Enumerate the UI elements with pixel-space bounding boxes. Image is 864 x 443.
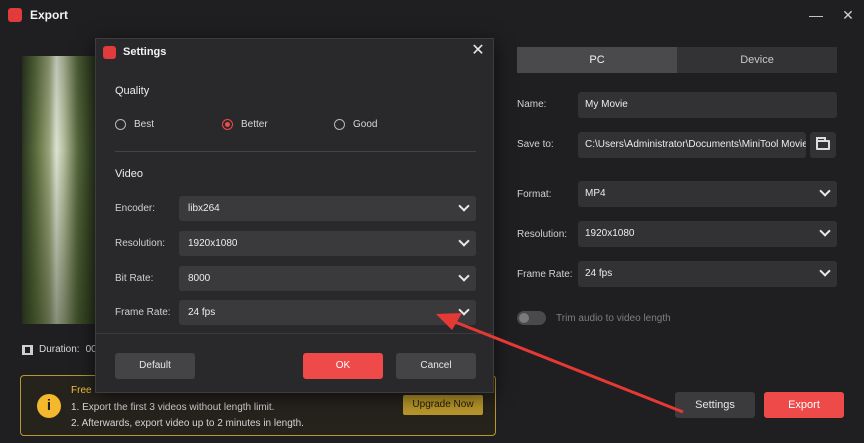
- arrow-head: [436, 313, 462, 330]
- arrow-shaft: [449, 318, 684, 414]
- annotation-arrow: [436, 313, 684, 414]
